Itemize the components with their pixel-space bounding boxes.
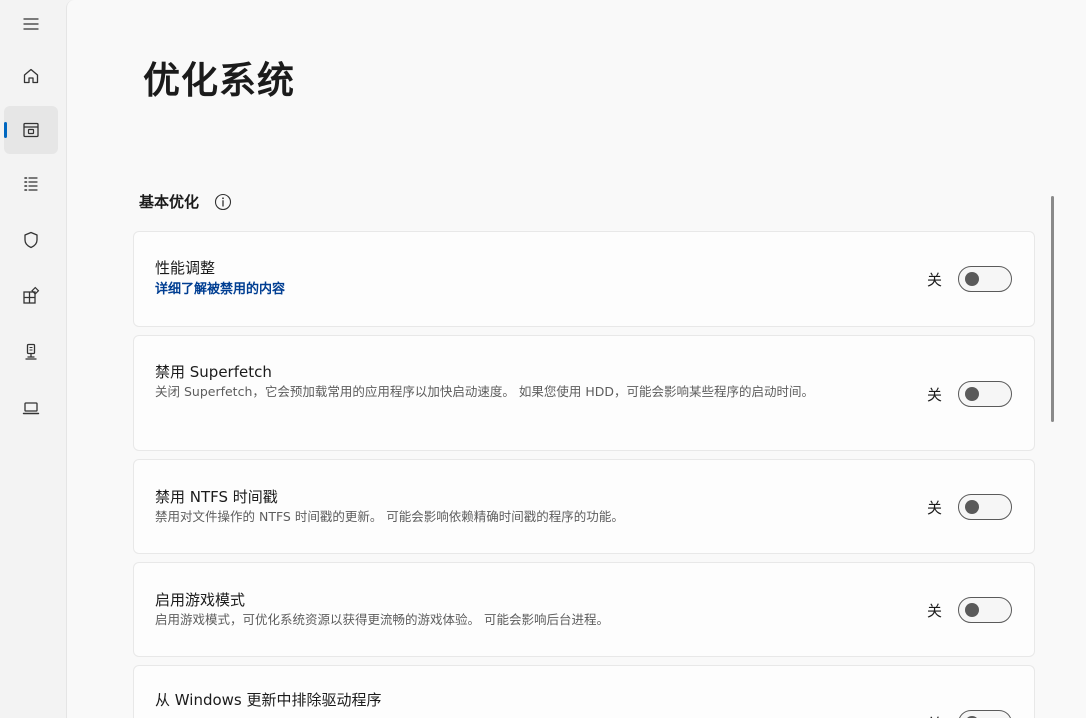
toggle-knob: [965, 500, 979, 514]
laptop-icon: [22, 402, 40, 415]
cleaner-icon: [25, 343, 37, 360]
toggle-group: 关: [927, 710, 1012, 718]
home-icon: [23, 68, 39, 84]
toggle-state-label: 关: [926, 498, 942, 517]
card-title: 禁用 Superfetch: [155, 363, 272, 381]
nav-item-apps[interactable]: [4, 272, 58, 320]
setting-card-superfetch: 禁用 Superfetch 关闭 Superfetch，它会预加载常用的应用程序…: [133, 335, 1035, 451]
card-title: 启用游戏模式: [155, 591, 246, 609]
card-text: 禁用 Superfetch 关闭 Superfetch，它会预加载常用的应用程序…: [155, 362, 884, 402]
nav-item-optimize[interactable]: [4, 106, 58, 154]
card-title: 从 Windows 更新中排除驱动程序: [155, 691, 382, 709]
game-mode-toggle[interactable]: [958, 597, 1012, 623]
page-title: 优化系统: [143, 59, 295, 102]
toggle-group: 关: [927, 266, 1012, 292]
card-text: 从 Windows 更新中排除驱动程序: [155, 690, 884, 710]
menu-button[interactable]: [4, 0, 58, 48]
toggle-state-label: 关: [926, 270, 942, 289]
section-header: 基本优化: [139, 191, 233, 212]
superfetch-toggle[interactable]: [958, 381, 1012, 407]
menu-icon: [23, 18, 39, 30]
setting-card-exclude-drivers: 从 Windows 更新中排除驱动程序 关: [133, 665, 1035, 718]
list-icon: [24, 177, 38, 191]
toggle-state-label: 关: [926, 601, 942, 620]
navigation-sidebar: [0, 0, 64, 718]
nav-item-device[interactable]: [4, 384, 58, 432]
selection-indicator: [4, 122, 7, 138]
learn-more-link[interactable]: 详细了解被禁用的内容: [155, 280, 285, 300]
shield-icon: [24, 231, 38, 249]
toggle-knob: [965, 387, 979, 401]
card-title: 禁用 NTFS 时间戳: [155, 488, 278, 506]
vertical-scrollbar[interactable]: [1051, 196, 1054, 422]
card-text: 性能调整 详细了解被禁用的内容: [155, 258, 884, 300]
exclude-drivers-toggle[interactable]: [958, 710, 1012, 718]
optimize-icon: [23, 122, 39, 138]
info-icon[interactable]: [213, 192, 233, 212]
toggle-group: 关: [927, 597, 1012, 623]
app-window: 优化系统 基本优化 性能调整 详细了解被禁用的内容 关 禁用 Superfetc…: [0, 0, 1086, 718]
nav-item-security[interactable]: [4, 216, 58, 264]
performance-toggle[interactable]: [958, 266, 1012, 292]
setting-card-game-mode: 启用游戏模式 启用游戏模式，可优化系统资源以获得更流畅的游戏体验。 可能会影响后…: [133, 562, 1035, 657]
toggle-group: 关: [927, 494, 1012, 520]
toggle-knob: [965, 603, 979, 617]
setting-card-performance: 性能调整 详细了解被禁用的内容 关: [133, 231, 1035, 327]
card-text: 禁用 NTFS 时间戳 禁用对文件操作的 NTFS 时间戳的更新。 可能会影响依…: [155, 487, 884, 527]
card-text: 启用游戏模式 启用游戏模式，可优化系统资源以获得更流畅的游戏体验。 可能会影响后…: [155, 590, 884, 630]
card-description: 启用游戏模式，可优化系统资源以获得更流畅的游戏体验。 可能会影响后台进程。: [155, 612, 609, 627]
section-title: 基本优化: [139, 193, 200, 211]
toggle-knob: [965, 272, 979, 286]
nav-item-cleaner[interactable]: [4, 328, 58, 376]
card-description: 禁用对文件操作的 NTFS 时间戳的更新。 可能会影响依赖精确时间戳的程序的功能…: [155, 509, 624, 524]
apps-icon: [23, 286, 40, 304]
nav-item-home[interactable]: [4, 52, 58, 100]
nav-item-list[interactable]: [4, 160, 58, 208]
toggle-state-label: 关: [927, 713, 942, 718]
card-description: 关闭 Superfetch，它会预加载常用的应用程序以加快启动速度。 如果您使用…: [155, 384, 814, 399]
toggle-state-label: 关: [926, 385, 942, 404]
card-title: 性能调整: [155, 259, 216, 277]
main-content: 优化系统 基本优化 性能调整 详细了解被禁用的内容 关 禁用 Superfetc…: [66, 0, 1086, 718]
setting-card-ntfs-timestamp: 禁用 NTFS 时间戳 禁用对文件操作的 NTFS 时间戳的更新。 可能会影响依…: [133, 459, 1035, 554]
ntfs-timestamp-toggle[interactable]: [958, 494, 1012, 520]
toggle-group: 关: [927, 381, 1012, 407]
